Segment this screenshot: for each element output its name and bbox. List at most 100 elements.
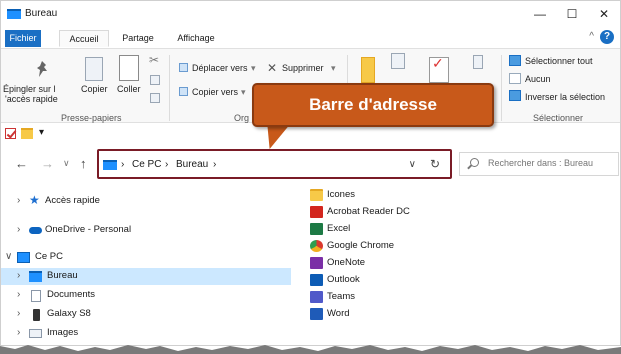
chevron-right-icon[interactable]: › [17,270,20,281]
select-group-label: Sélectionner [533,113,584,123]
copy-icon[interactable] [85,57,103,81]
new-folder-quick-icon[interactable] [21,128,33,139]
tab-partage[interactable]: Partage [115,30,161,47]
chevron-right-icon[interactable]: › [17,289,20,300]
list-item-icones[interactable]: Icones [307,187,507,204]
navigation-bar: ← → ∨ ↑ › Ce PC › Bureau › ∨ ↻ [1,147,620,181]
tab-affichage[interactable]: Affichage [169,30,223,47]
invert-selection-icon[interactable] [509,90,521,101]
list-item-outlook[interactable]: Outlook [307,272,507,289]
document-icon [31,290,41,302]
new-item-icon[interactable] [391,53,405,69]
tree-item-ce-pc[interactable]: ∨ Ce PC [1,249,291,266]
word-icon [310,308,323,320]
select-all-button[interactable]: Sélectionner tout [525,56,593,66]
tree-item-documents[interactable]: › Documents [1,287,291,304]
recent-locations-icon[interactable]: ∨ [63,158,70,169]
paste-shortcut-icon[interactable] [150,93,160,103]
pin-label-line1[interactable]: Épingler sur l [3,84,56,94]
onenote-icon [310,257,323,269]
delete-icon[interactable]: ✕ [267,61,277,75]
chevron-right-icon[interactable]: › [17,195,20,206]
copy-label[interactable]: Copier [81,84,108,94]
tab-fichier[interactable]: Fichier [5,30,41,47]
tab-accueil[interactable]: Accueil [59,30,109,47]
forward-arrow-icon[interactable]: → [41,156,54,171]
tree-item-bureau[interactable]: › Bureau [1,268,291,285]
move-to-icon[interactable] [179,63,188,72]
search-input[interactable] [488,158,616,168]
breadcrumb-separator[interactable]: › [121,159,124,170]
up-arrow-icon[interactable]: ↑ [80,156,87,171]
breadcrumb-separator[interactable]: › [213,159,216,170]
search-box[interactable] [459,152,619,176]
maximize-button[interactable]: ☐ [557,5,587,23]
chevron-right-icon[interactable]: › [17,224,20,235]
breadcrumb-bureau[interactable]: Bureau [176,159,208,170]
callout-label: Barre d'adresse [309,95,437,114]
tree-label: Documents [47,289,96,300]
copy-path-icon[interactable] [150,75,160,85]
address-bar[interactable]: › Ce PC › Bureau › ∨ ↻ [97,149,452,179]
refresh-icon[interactable]: ↻ [430,157,440,171]
copy-to-dropdown-icon[interactable]: ▾ [241,87,246,98]
copy-to-icon[interactable] [179,87,188,96]
list-item-onenote[interactable]: OneNote [307,255,507,272]
select-none-button[interactable]: Aucun [525,74,551,84]
delete-button[interactable]: Supprimer [282,63,324,73]
select-all-icon[interactable] [509,55,521,66]
address-dropdown-icon[interactable]: ∨ [409,159,416,170]
list-item-word[interactable]: Word [307,306,507,323]
back-arrow-icon[interactable]: ← [15,156,28,171]
select-none-icon[interactable] [509,73,521,84]
tree-item-images[interactable]: › Images [1,325,291,342]
outlook-icon [310,274,323,286]
customize-toolbar-icon[interactable]: ▾ [39,127,44,138]
desktop-icon [29,271,42,282]
title-bar: Bureau — ☐ ✕ [1,1,620,27]
move-to-button[interactable]: Déplacer vers [192,63,248,73]
breadcrumb-separator[interactable]: › [165,159,168,170]
tree-item-galaxy-s8[interactable]: › Galaxy S8 [1,306,291,323]
chevron-down-icon[interactable]: ∨ [5,251,12,262]
pin-icon[interactable] [35,59,49,81]
help-icon[interactable]: ? [600,30,614,44]
list-item-chrome[interactable]: Google Chrome [307,238,507,255]
open-icon[interactable] [473,55,483,69]
paste-label[interactable]: Coller [117,84,141,94]
copy-to-button[interactable]: Copier vers [192,87,238,97]
file-label: Google Chrome [327,240,395,251]
tree-item-acces-rapide[interactable]: › ★ Accès rapide [1,193,291,210]
paste-icon[interactable] [119,55,139,81]
ribbon-separator [169,55,170,121]
pin-label-line2[interactable]: 'accès rapide [5,94,58,104]
explorer-window: Bureau — ☐ ✕ Fichier Accueil Partage Aff… [0,0,621,346]
properties-quick-icon[interactable] [5,128,16,139]
torn-edge-decoration [0,345,621,354]
folder-icon [310,189,323,201]
desktop-icon [103,160,117,170]
chevron-right-icon[interactable]: › [17,327,20,338]
ribbon-separator [501,55,502,121]
tree-label: Bureau [47,270,78,281]
cut-icon[interactable]: ✂ [149,53,159,67]
new-folder-icon[interactable] [361,57,375,83]
list-item-teams[interactable]: Teams [307,289,507,306]
delete-dropdown-icon[interactable]: ▾ [331,63,336,74]
excel-icon [310,223,323,235]
star-icon: ★ [29,193,40,207]
collapse-ribbon-icon[interactable]: ^ [589,31,594,42]
move-to-dropdown-icon[interactable]: ▾ [251,63,256,74]
list-item-excel[interactable]: Excel [307,221,507,238]
address-bar-callout: Barre d'adresse [252,83,494,127]
acrobat-icon [310,206,323,218]
close-button[interactable]: ✕ [589,5,619,23]
minimize-button[interactable]: — [525,5,555,23]
file-label: Teams [327,291,355,302]
chevron-right-icon[interactable]: › [17,308,20,319]
invert-selection-button[interactable]: Inverser la sélection [525,92,605,102]
list-item-acrobat[interactable]: Acrobat Reader DC [307,204,507,221]
computer-icon [17,252,30,263]
breadcrumb-ce-pc[interactable]: Ce PC [132,159,161,170]
tree-item-onedrive[interactable]: › OneDrive - Personal [1,222,291,239]
